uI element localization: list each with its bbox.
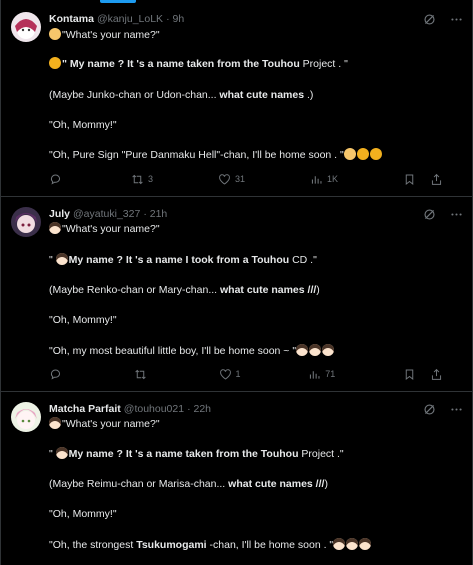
- text-line: (Maybe Renko-chan or Mary-chan... what c…: [49, 284, 320, 296]
- bookmark-button[interactable]: [403, 368, 416, 381]
- more-icon[interactable]: [450, 208, 463, 221]
- more-icon[interactable]: [450, 13, 463, 26]
- grok-icon[interactable]: [423, 403, 436, 416]
- retweet-button[interactable]: 3: [131, 173, 153, 186]
- boy-emoji-icon: [346, 538, 359, 550]
- reply-button[interactable]: [49, 368, 66, 381]
- bookmark-button[interactable]: [403, 173, 416, 186]
- boy-emoji-icon: [49, 222, 61, 234]
- share-button[interactable]: [430, 173, 443, 186]
- person-emoji-icon: [49, 57, 61, 69]
- grok-icon[interactable]: [423, 208, 436, 221]
- like-button[interactable]: 1: [219, 368, 241, 381]
- handle[interactable]: @kanju_LoLK: [97, 13, 163, 25]
- display-name[interactable]: Matcha Parfait: [49, 403, 121, 415]
- handle[interactable]: @ayatuki_327: [73, 208, 140, 220]
- bookmark-icon: [405, 174, 414, 185]
- text-line: "Oh, Pure Sign "Pure Danmaku Hell"-chan,…: [49, 148, 383, 162]
- avatar[interactable]: [11, 207, 41, 237]
- text-line: "What's your name?": [49, 28, 160, 42]
- reply-button[interactable]: [49, 173, 66, 186]
- views-icon: [310, 370, 320, 379]
- display-name[interactable]: July: [49, 208, 70, 220]
- reply-icon: [50, 369, 61, 380]
- text-line: "What's your name?": [49, 417, 160, 431]
- share-icon: [431, 368, 442, 380]
- boy-emoji-icon: [49, 417, 61, 429]
- like-button[interactable]: 31: [218, 173, 245, 186]
- baby-emoji-icon: [49, 28, 61, 40]
- text-line: "Oh, Mommy!": [49, 508, 117, 520]
- text-line: " My name ? It 's a name taken from the …: [49, 447, 344, 460]
- views-icon: [311, 175, 322, 184]
- views-button[interactable]: 71: [308, 368, 335, 381]
- share-icon: [431, 173, 442, 185]
- tweet-matcha-parfait[interactable]: Matcha Parfait @touhou021 · 22h "What's …: [0, 392, 473, 565]
- text-line: "Oh, Mommy!": [49, 314, 117, 326]
- person-emoji-icon: [356, 148, 369, 160]
- text-line: "What's your name?": [49, 222, 160, 236]
- boy-emoji-icon: [333, 538, 346, 550]
- retweet-icon: [132, 174, 143, 184]
- handle[interactable]: @touhou021: [124, 403, 184, 415]
- avatar[interactable]: [11, 12, 41, 42]
- display-name[interactable]: Kontama: [49, 13, 94, 25]
- text-line: (Maybe Reimu-chan or Marisa-chan... what…: [49, 478, 328, 490]
- views-button[interactable]: 1K: [310, 173, 338, 186]
- more-icon[interactable]: [450, 403, 463, 416]
- timestamp[interactable]: · 22h: [187, 403, 211, 415]
- timestamp[interactable]: · 21h: [143, 208, 167, 220]
- boy-emoji-icon: [55, 253, 68, 265]
- text-line: "Oh, my most beautiful little boy, I'll …: [49, 344, 335, 358]
- avatar[interactable]: [11, 402, 41, 432]
- boy-emoji-icon: [309, 344, 322, 356]
- text-line: "Oh, Mommy!": [49, 119, 117, 131]
- retweet-icon: [135, 369, 146, 379]
- baby-emoji-icon: [343, 148, 356, 160]
- boy-emoji-icon: [322, 344, 335, 356]
- person-emoji-icon: [369, 148, 382, 160]
- share-button[interactable]: [430, 368, 443, 381]
- like-icon: [219, 368, 231, 380]
- bookmark-icon: [405, 369, 414, 380]
- text-line: " My name ? It 's a name I took from a T…: [49, 253, 317, 266]
- tweet-kontama[interactable]: Kontama @kanju_LoLK · 9h "What's your na…: [0, 0, 473, 197]
- boy-emoji-icon: [296, 344, 309, 356]
- boy-emoji-icon: [359, 538, 372, 550]
- like-icon: [219, 173, 230, 185]
- text-line: (Maybe Junko-chan or Udon-chan... what c…: [49, 89, 314, 101]
- text-line: "Oh, the strongest Tsukumogami -chan, I'…: [49, 538, 372, 552]
- reply-icon: [50, 174, 61, 185]
- boy-emoji-icon: [55, 447, 68, 459]
- tweet-july[interactable]: July @ayatuki_327 · 21h "What's your nam…: [0, 197, 473, 392]
- timestamp[interactable]: · 9h: [166, 13, 184, 25]
- grok-icon[interactable]: [423, 13, 436, 26]
- retweet-button[interactable]: [134, 368, 151, 381]
- text-line: " My name ? It 's a name taken from the …: [49, 57, 348, 71]
